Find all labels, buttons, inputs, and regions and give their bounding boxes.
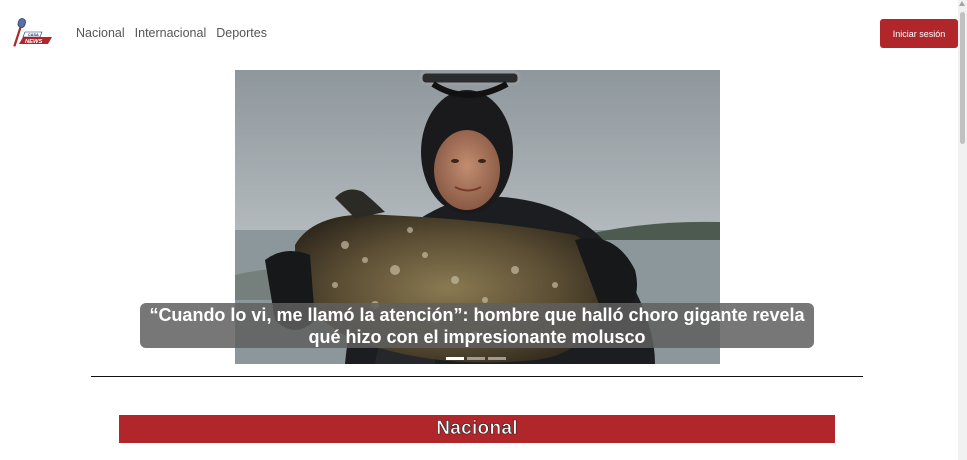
carousel-indicator-2[interactable] xyxy=(467,357,485,360)
svg-text:CASA: CASA xyxy=(28,33,39,37)
section-title: Nacional xyxy=(436,418,518,440)
nav-link-deportes[interactable]: Deportes xyxy=(216,26,267,40)
login-button[interactable]: Iniciar sesión xyxy=(880,19,958,48)
nav-link-nacional[interactable]: Nacional xyxy=(76,26,125,40)
scroll-thumb[interactable] xyxy=(960,12,965,144)
scroll-up-arrow-icon[interactable] xyxy=(959,1,965,6)
carousel-indicators xyxy=(446,357,506,360)
vertical-scrollbar[interactable] xyxy=(958,0,967,460)
microphone-logo-icon: CASA NEWS xyxy=(13,18,52,47)
carousel-caption[interactable]: “Cuando lo vi, me llamó la atención”: ho… xyxy=(140,303,814,348)
carousel-indicator-1[interactable] xyxy=(446,357,464,360)
section-divider xyxy=(91,376,863,377)
site-logo[interactable]: CASA NEWS xyxy=(10,16,54,50)
carousel-indicator-3[interactable] xyxy=(488,357,506,360)
nav-link-internacional[interactable]: Internacional xyxy=(135,26,207,40)
main-nav: Nacional Internacional Deportes xyxy=(76,26,267,40)
section-header-nacional: Nacional xyxy=(119,415,835,443)
navbar: CASA NEWS Nacional Internacional Deporte… xyxy=(0,0,958,68)
svg-text:NEWS: NEWS xyxy=(25,39,43,45)
